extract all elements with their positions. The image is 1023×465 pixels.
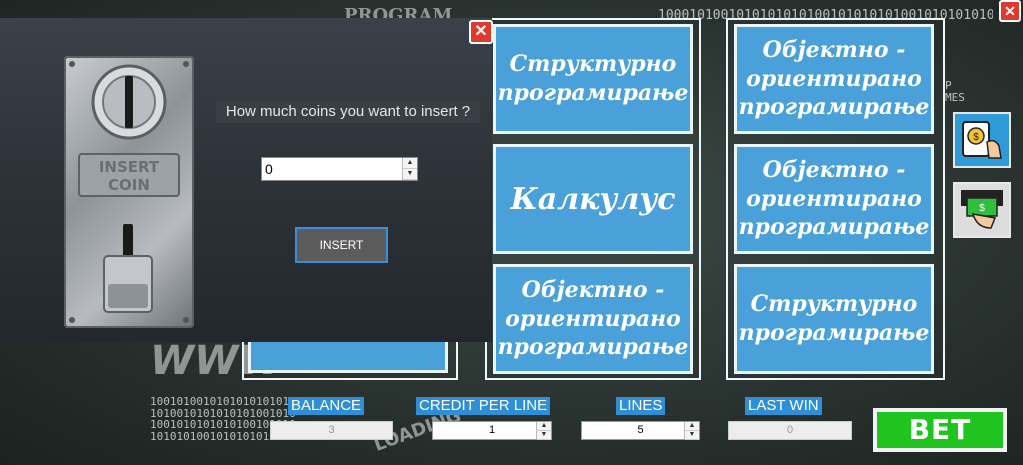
spin-down-icon[interactable]: ▼ [537,431,551,440]
credit-per-line-value: 1 [488,424,496,436]
lines-stepper[interactable]: 5 ▲ ▼ [581,421,700,440]
coin-amount-stepper[interactable]: 0 ▲ ▼ [261,157,418,181]
spin-up-icon[interactable]: ▲ [685,422,699,431]
reel-column-2: Структурно програмирање Калкулус Објектн… [485,18,701,380]
spin-up-icon[interactable]: ▲ [537,422,551,431]
svg-text:$: $ [979,203,985,214]
cash-out-button[interactable]: $ [953,182,1011,238]
spin-down-icon[interactable]: ▼ [685,431,699,440]
balance-label: BALANCE [288,397,365,415]
reel-tile: Калкулус [493,144,693,254]
bet-button[interactable]: BET [873,408,1007,452]
last-win-label: LAST WIN [745,397,822,415]
reel-column-3: Објектно - ориентирано програмирање Обје… [726,18,945,380]
chalk-games-text: P MES [945,79,965,104]
spin-down-icon[interactable]: ▼ [403,169,417,180]
lines-spinner[interactable]: ▲ ▼ [684,422,699,440]
reel-tile: Структурно програмирање [734,264,934,374]
lines-value: 5 [637,424,644,436]
plate-coin-text: COIN [108,176,150,194]
coin-mechanism-image: INSERT COIN [64,56,194,328]
reel-tile: Структурно програмирање [493,24,693,134]
insert-coin-dialog: INSERT COIN How much coins you want to i… [0,18,492,342]
plate-insert-text: INSERT [99,158,160,176]
coin-amount-value: 0 [265,161,273,177]
spin-up-icon[interactable]: ▲ [403,158,417,169]
svg-text:$: $ [973,132,979,143]
credit-per-line-label: CREDIT PER LINE [416,397,551,415]
reel-tile: Објектно - ориентирано програмирање [734,24,934,134]
insert-coin-icon: $ [962,121,1002,159]
credit-per-line-stepper[interactable]: 1 ▲ ▼ [432,421,552,440]
insert-coin-button[interactable]: $ [953,112,1011,168]
coin-question-label: How much coins you want to insert ? [216,101,480,123]
balance-field: 3 [270,421,393,440]
last-win-field: 0 [728,421,852,440]
insert-button[interactable]: INSERT [295,227,388,263]
reel-tile: Објектно - ориентирано програмирање [734,144,934,254]
credit-spinner[interactable]: ▲ ▼ [536,422,551,440]
coin-spinner[interactable]: ▲ ▼ [402,158,417,180]
cash-out-icon: $ [961,190,1003,229]
lines-label: LINES [616,397,666,415]
reel-tile: Објектно - ориентирано програмирање [493,264,693,374]
dialog-close-button[interactable]: ✕ [469,20,493,44]
window-close-button[interactable]: ✕ [999,0,1021,22]
